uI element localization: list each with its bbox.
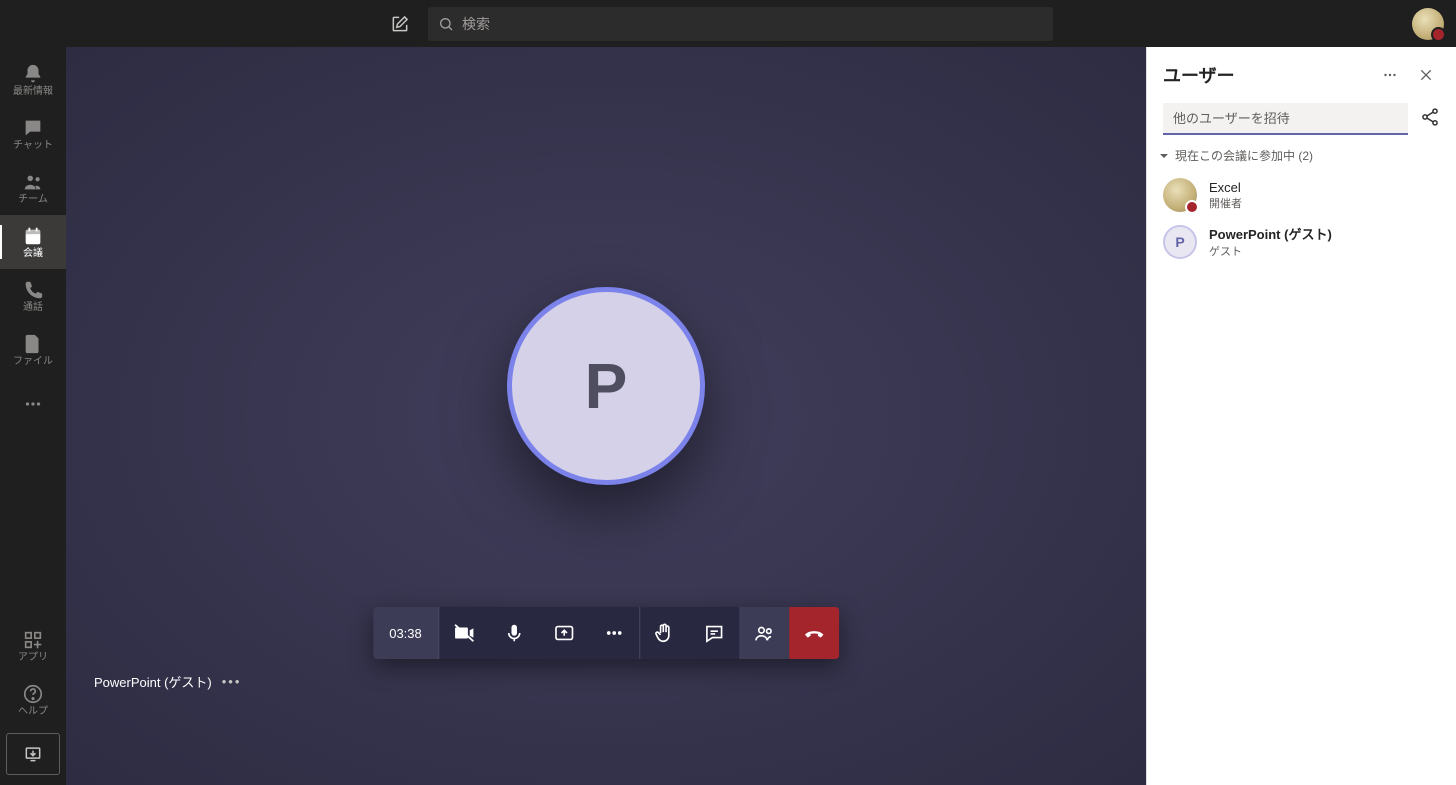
more-icon <box>1381 66 1399 84</box>
rail-label: 最新情報 <box>13 87 53 97</box>
rail-chat[interactable]: チャット <box>0 107 66 161</box>
hangup-button[interactable] <box>789 607 839 659</box>
participant-row[interactable]: P PowerPoint (ゲスト) ゲスト <box>1147 218 1456 265</box>
phone-icon <box>22 279 44 301</box>
more-icon <box>22 393 44 415</box>
download-icon <box>23 744 43 764</box>
rail-teams[interactable]: チーム <box>0 161 66 215</box>
people-icon <box>753 622 775 644</box>
rail-download[interactable] <box>6 733 60 775</box>
teams-icon <box>22 171 44 193</box>
profile-avatar[interactable] <box>1412 8 1444 40</box>
avatar-initial: P <box>1175 234 1184 250</box>
chat-icon <box>703 622 725 644</box>
topbar-right <box>1412 8 1444 40</box>
compose-button[interactable] <box>384 8 416 40</box>
call-timer: 03:38 <box>373 607 439 659</box>
close-icon <box>1418 67 1434 83</box>
rail-label: 会議 <box>23 249 43 259</box>
app-rail: 最新情報 チャット チーム 会議 通話 ファイル アプリ <box>0 47 66 785</box>
share-button[interactable] <box>539 607 589 659</box>
file-icon <box>22 333 44 355</box>
rail-activity[interactable]: 最新情報 <box>0 53 66 107</box>
calendar-icon <box>22 225 44 247</box>
invite-input[interactable] <box>1163 103 1408 135</box>
rail-label: ヘルプ <box>18 707 48 717</box>
rail-label: 通話 <box>23 303 43 313</box>
rail-label: チャット <box>13 141 53 151</box>
participant-role: 開催者 <box>1209 195 1242 211</box>
search-icon <box>438 16 454 32</box>
hangup-icon <box>803 622 825 644</box>
chat-icon <box>22 117 44 139</box>
call-toolbar: 03:38 <box>373 607 839 659</box>
search-input[interactable] <box>462 16 1043 32</box>
participant-role: ゲスト <box>1209 243 1332 259</box>
share-screen-icon <box>553 622 575 644</box>
rail-calendar[interactable]: 会議 <box>0 215 66 269</box>
bell-icon <box>22 63 44 85</box>
rail-apps[interactable]: アプリ <box>0 619 66 673</box>
rail-calls[interactable]: 通話 <box>0 269 66 323</box>
avatar <box>1163 178 1197 212</box>
chevron-down-icon <box>1159 151 1169 161</box>
camera-off-icon <box>453 622 475 644</box>
participant-info: Excel 開催者 <box>1209 180 1242 211</box>
hand-icon <box>653 622 675 644</box>
rail-label: ファイル <box>13 357 53 367</box>
rail-help[interactable]: ヘルプ <box>0 673 66 727</box>
rail-files[interactable]: ファイル <box>0 323 66 377</box>
more-icon <box>603 622 625 644</box>
caller-name: PowerPoint (ゲスト) <box>94 672 212 691</box>
avatar: P <box>1163 225 1197 259</box>
speaker-initial: P <box>585 349 628 423</box>
more-actions-button[interactable] <box>589 607 639 659</box>
section-in-meeting[interactable]: 現在この会議に参加中 (2) <box>1147 147 1456 164</box>
panel-close-button[interactable] <box>1412 61 1440 89</box>
participant-row[interactable]: Excel 開催者 <box>1147 172 1456 218</box>
mic-button[interactable] <box>489 607 539 659</box>
people-button[interactable] <box>739 607 789 659</box>
chat-button[interactable] <box>689 607 739 659</box>
share-invite-button[interactable] <box>1420 107 1440 132</box>
participant-name: PowerPoint (ゲスト) <box>1209 224 1332 243</box>
panel-header: ユーザー <box>1147 47 1456 103</box>
invite-row <box>1147 103 1456 135</box>
rail-more[interactable] <box>0 377 66 431</box>
section-label: 現在この会議に参加中 (2) <box>1175 147 1313 164</box>
panel-title: ユーザー <box>1163 62 1368 88</box>
top-bar <box>0 0 1456 47</box>
help-icon <box>22 683 44 705</box>
speaker-avatar: P <box>507 287 705 485</box>
people-panel: ユーザー 現在この会議に参加中 (2) Excel 開催者 <box>1146 47 1456 785</box>
mic-icon <box>503 622 525 644</box>
share-icon <box>1420 107 1440 127</box>
apps-icon <box>22 629 44 651</box>
rail-label: チーム <box>18 195 48 205</box>
camera-button[interactable] <box>439 607 489 659</box>
meeting-stage: P PowerPoint (ゲスト) ••• 03:38 <box>66 47 1146 785</box>
caller-name-bar: PowerPoint (ゲスト) ••• <box>94 672 241 691</box>
panel-more-button[interactable] <box>1376 61 1404 89</box>
participant-info: PowerPoint (ゲスト) ゲスト <box>1209 224 1332 259</box>
raise-hand-button[interactable] <box>639 607 689 659</box>
search-bar[interactable] <box>428 7 1053 41</box>
participant-name: Excel <box>1209 180 1242 195</box>
caller-more-icon[interactable]: ••• <box>222 674 242 689</box>
rail-label: アプリ <box>18 653 48 663</box>
